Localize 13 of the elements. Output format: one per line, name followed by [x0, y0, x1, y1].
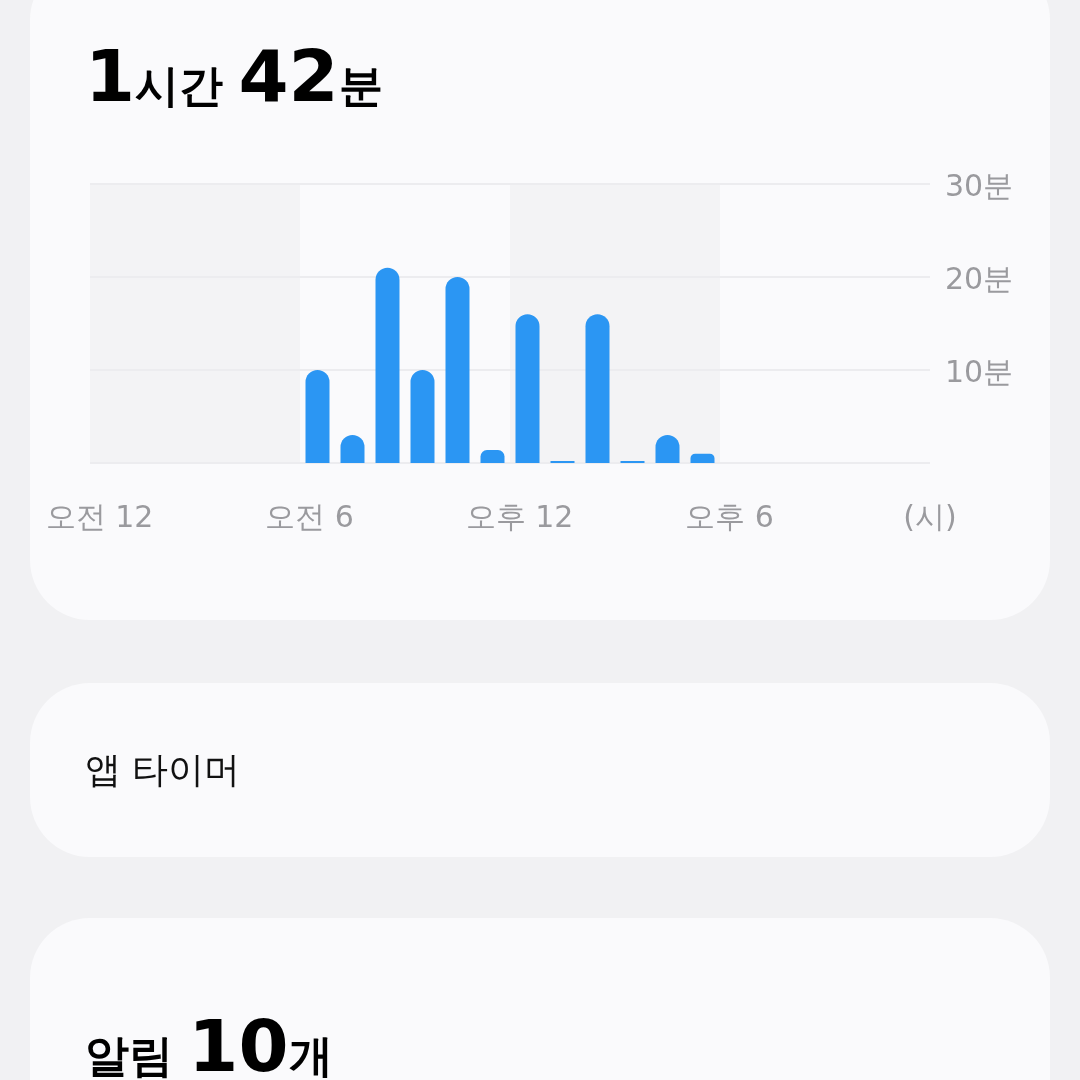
- total-usage-title: 1시간 42분: [85, 40, 383, 112]
- notification-count: 알림 10개: [85, 1010, 333, 1080]
- x-axis-label: 오후 12: [465, 499, 574, 534]
- usage-bar: [690, 453, 715, 463]
- x-axis-label: 오후 6: [685, 499, 774, 534]
- x-axis-unit: (시): [903, 499, 957, 534]
- app-timer-row[interactable]: 앱 타이머: [30, 683, 1050, 857]
- y-axis-label: 20분: [945, 261, 1014, 296]
- y-axis-label: 10분: [945, 354, 1014, 389]
- y-axis-label: 30분: [945, 168, 1014, 203]
- x-axis-label: 오전 12: [45, 499, 154, 534]
- x-axis-label: 오전 6: [265, 499, 354, 534]
- usage-bar: [480, 450, 505, 463]
